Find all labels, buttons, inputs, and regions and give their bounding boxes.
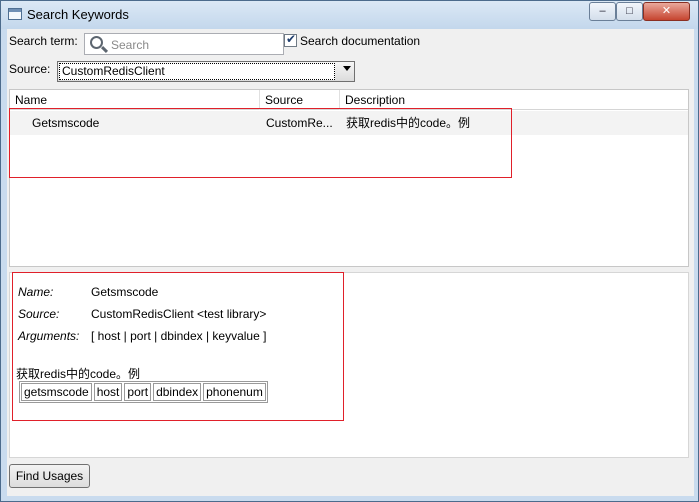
search-keywords-window: Search Keywords – □ ✕ Search term: ✔ Sea… [0,0,699,502]
search-field[interactable] [84,33,284,55]
title-bar[interactable]: Search Keywords – □ ✕ [1,1,698,29]
column-header-source[interactable]: Source [260,90,340,110]
dialog-content: Search term: ✔ Search documentation Sour… [7,29,694,496]
chevron-down-icon[interactable] [343,66,351,71]
magnifier-icon [90,36,103,49]
column-header-name[interactable]: Name [10,90,260,110]
search-input[interactable] [111,36,279,53]
window-title: Search Keywords [27,7,129,22]
minimize-button[interactable]: – [589,2,616,21]
annotation-highlight-list [9,108,512,178]
search-term-label: Search term: [9,34,78,48]
column-header-description[interactable]: Description [340,90,688,110]
maximize-button[interactable]: □ [616,2,643,21]
app-window-icon [8,8,22,20]
search-documentation-checkbox[interactable]: ✔ [284,32,297,47]
source-dropdown[interactable]: CustomRedisClient [57,61,355,82]
search-documentation-label[interactable]: Search documentation [300,34,420,48]
keyword-list-header: Name Source Description [10,90,688,110]
find-usages-button[interactable]: Find Usages [9,464,90,488]
source-label: Source: [9,62,51,76]
source-selected-value: CustomRedisClient [59,63,335,80]
annotation-highlight-details [12,272,344,421]
close-button[interactable]: ✕ [643,2,690,21]
check-mark-icon: ✔ [286,32,297,46]
